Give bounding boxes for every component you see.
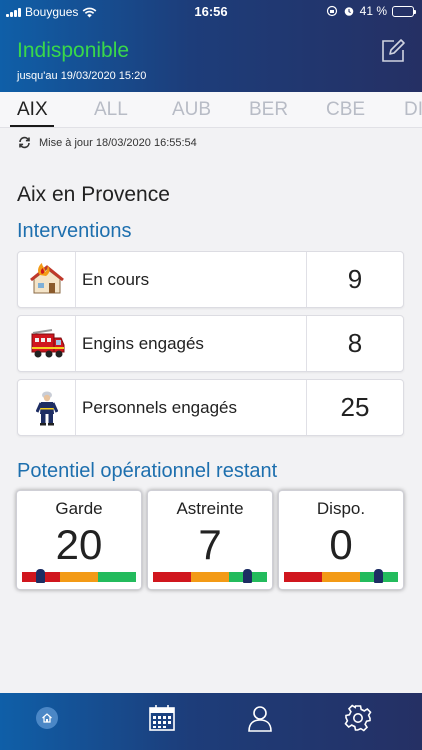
availability-until: jusqu'au 19/03/2020 15:20	[17, 70, 147, 82]
gauge-marker	[374, 569, 384, 583]
home-icon	[42, 713, 52, 723]
nav-home-button[interactable]	[32, 703, 62, 733]
nav-user-button[interactable]	[245, 703, 275, 733]
app-header: Bouygues 16:56 41 % Indisponible jusqu'a…	[0, 0, 422, 92]
calendar-icon	[149, 705, 175, 731]
intervention-label: En cours	[82, 270, 150, 289]
intervention-row-personnels[interactable]: Personnels engagés 25	[17, 379, 404, 436]
city-name: Aix en Provence	[17, 183, 170, 206]
intervention-label: Engins engagés	[82, 334, 204, 353]
intervention-label: Personnels engagés	[82, 398, 238, 417]
intervention-value: 8	[306, 316, 403, 371]
nav-settings-button[interactable]	[343, 703, 373, 733]
intervention-row-engins[interactable]: Engins engagés 8	[17, 315, 404, 372]
fire-truck-icon	[31, 328, 64, 357]
card-value: 7	[198, 521, 222, 568]
last-update-text: Mise à jour 18/03/2020 16:55:54	[39, 136, 197, 149]
potential-card-garde[interactable]: Garde 20	[16, 490, 142, 590]
nav-calendar-button[interactable]	[147, 703, 177, 733]
intervention-value: 9	[306, 252, 403, 307]
gauge-marker	[35, 569, 45, 583]
pencil-square-icon	[382, 39, 405, 62]
refresh-icon[interactable]	[18, 136, 31, 149]
interventions-title: Interventions	[17, 220, 132, 242]
card-value: 0	[329, 521, 353, 568]
intervention-value: 25	[306, 380, 403, 435]
gear-icon	[344, 704, 372, 732]
battery-icon	[392, 5, 416, 17]
card-label: Astreinte	[176, 499, 244, 518]
potential-card-dispo[interactable]: Dispo. 0	[278, 490, 404, 590]
intervention-row-en-cours[interactable]: En cours 9	[17, 251, 404, 308]
firefighter-icon	[35, 391, 58, 425]
active-tab-indicator	[10, 125, 54, 127]
gauge-marker	[243, 569, 253, 583]
battery-percent: 41 %	[359, 4, 387, 18]
card-label: Dispo.	[316, 499, 366, 518]
potential-card-astreinte[interactable]: Astreinte 7	[147, 490, 273, 590]
rotation-lock-icon	[326, 5, 337, 17]
station-tabs: AIX ALL AUB BER CBE DI	[0, 92, 422, 128]
card-value: 20	[55, 521, 103, 568]
status-right: 41 %	[326, 4, 416, 18]
card-label: Garde	[55, 499, 103, 518]
edit-status-button[interactable]	[380, 38, 406, 64]
availability-status[interactable]: Indisponible	[17, 39, 129, 63]
bottom-nav	[0, 693, 422, 750]
status-bar: Bouygues 16:56 41 %	[0, 0, 422, 24]
alarm-icon	[344, 7, 353, 16]
potential-title: Potentiel opérationnel restant	[17, 460, 278, 482]
user-icon	[248, 706, 272, 732]
tab-aub[interactable]: AUB	[172, 99, 211, 121]
tab-aix[interactable]: AIX	[17, 99, 48, 121]
tab-cbe[interactable]: CBE	[326, 99, 365, 121]
burning-house-icon	[29, 262, 64, 293]
last-update: Mise à jour 18/03/2020 16:55:54	[18, 136, 197, 149]
tab-ber[interactable]: BER	[249, 99, 288, 121]
tab-all[interactable]: ALL	[94, 99, 128, 121]
tab-di[interactable]: DI	[404, 99, 422, 121]
